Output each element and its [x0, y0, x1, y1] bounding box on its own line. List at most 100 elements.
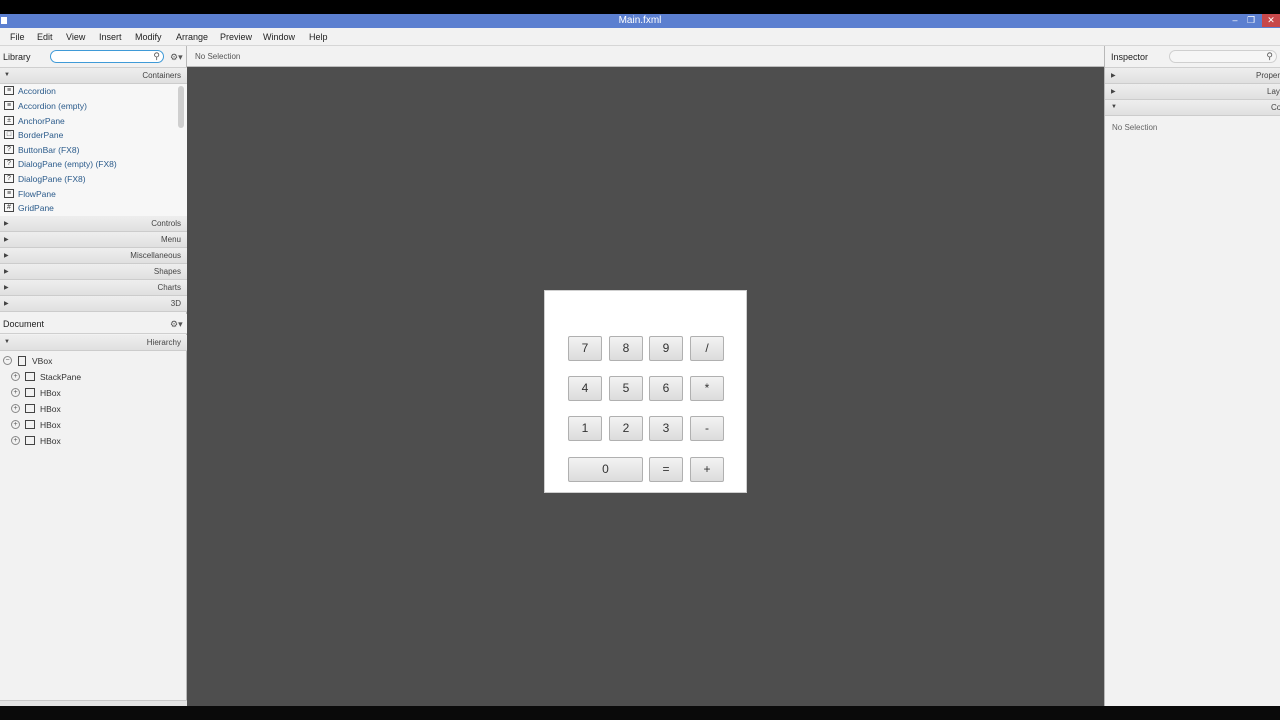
menu-window[interactable]: Window — [263, 28, 295, 46]
library-item-accordion[interactable]: ≡ Accordion — [0, 84, 176, 98]
search-icon: ⚲ — [1266, 51, 1273, 61]
button-divide[interactable]: / — [690, 336, 724, 361]
library-search-input[interactable]: ⚲ — [50, 50, 164, 63]
expand-icon[interactable]: + — [11, 420, 20, 429]
button-7[interactable]: 7 — [568, 336, 602, 361]
tree-item-hbox[interactable]: + HBox — [11, 434, 183, 448]
section-code[interactable]: ▼ Co — [1105, 100, 1280, 116]
library-item-anchorpane[interactable]: ± AnchorPane — [0, 114, 176, 128]
library-item-label: Accordion (empty) — [18, 101, 87, 111]
menu-help[interactable]: Help — [309, 28, 328, 46]
tree-item-hbox[interactable]: + HBox — [11, 386, 183, 400]
section-containers[interactable]: ▼ Containers — [0, 68, 187, 84]
tree-item-vbox[interactable]: − VBox — [3, 354, 183, 368]
vbox-icon — [18, 356, 26, 366]
expand-icon[interactable]: + — [11, 388, 20, 397]
library-item-label: ButtonBar (FX8) — [18, 145, 80, 155]
hbox-icon — [25, 436, 35, 445]
document-gear-icon[interactable]: ⚙▾ — [170, 319, 183, 330]
button-0[interactable]: 0 — [568, 457, 643, 482]
hbox-icon — [25, 420, 35, 429]
button-3[interactable]: 3 — [649, 416, 683, 441]
section-miscellaneous[interactable]: ▶ Miscellaneous — [0, 248, 187, 264]
inspector-header: Inspector ⚲ — [1105, 46, 1280, 68]
button-5[interactable]: 5 — [609, 376, 643, 401]
section-properties-label: Properti — [1256, 71, 1280, 80]
library-item-flowpane[interactable]: ≡ FlowPane — [0, 187, 176, 201]
question-icon: ? — [4, 174, 14, 183]
section-3d[interactable]: ▶ 3D — [0, 296, 187, 312]
section-layout[interactable]: ▶ Layo — [1105, 84, 1280, 100]
inspector-label: Inspector — [1111, 52, 1149, 62]
menu-preview[interactable]: Preview — [220, 28, 252, 46]
button-1[interactable]: 1 — [568, 416, 602, 441]
section-menu[interactable]: ▶ Menu — [0, 232, 187, 248]
hbox-icon — [25, 388, 35, 397]
section-layout-label: Layo — [1267, 87, 1280, 96]
library-item-dialogpane-empty[interactable]: ? DialogPane (empty) (FX8) — [0, 157, 176, 171]
section-shapes[interactable]: ▶ Shapes — [0, 264, 187, 280]
restore-icon[interactable]: ❐ — [1244, 14, 1258, 27]
button-minus[interactable]: - — [690, 416, 724, 441]
expand-icon[interactable]: + — [11, 404, 20, 413]
collapsed-arrow-icon: ▶ — [1111, 89, 1116, 95]
stackpane-icon — [25, 372, 35, 381]
button-equals[interactable]: = — [649, 457, 683, 482]
hbox-icon — [25, 404, 35, 413]
library-scrollbar[interactable] — [178, 86, 184, 128]
tree-item-stackpane[interactable]: + StackPane — [11, 370, 183, 384]
calculator-form[interactable]: 7 8 9 / 4 5 6 * 1 2 3 - 0 = + — [544, 290, 747, 493]
section-charts-label: Charts — [157, 283, 181, 292]
tree-item-label: HBox — [40, 420, 61, 430]
menu-file[interactable]: File — [10, 28, 25, 46]
button-plus[interactable]: + — [690, 457, 724, 482]
library-item-gridpane[interactable]: # GridPane — [0, 201, 176, 215]
library-item-accordion-empty[interactable]: ≡ Accordion (empty) — [0, 99, 176, 113]
section-controls-label: Controls — [151, 219, 181, 228]
menu-view[interactable]: View — [66, 28, 85, 46]
section-charts[interactable]: ▶ Charts — [0, 280, 187, 296]
tree-item-hbox[interactable]: + HBox — [11, 402, 183, 416]
section-hierarchy[interactable]: ▼ Hierarchy — [0, 335, 187, 351]
menu-insert[interactable]: Insert — [99, 28, 122, 46]
button-9[interactable]: 9 — [649, 336, 683, 361]
library-item-buttonbar[interactable]: ? ButtonBar (FX8) — [0, 143, 176, 157]
section-menu-label: Menu — [160, 235, 181, 244]
button-multiply[interactable]: * — [690, 376, 724, 401]
section-controls[interactable]: ▶ Controls — [0, 216, 187, 232]
expand-icon[interactable]: + — [11, 436, 20, 445]
tree-item-hbox[interactable]: + HBox — [11, 418, 183, 432]
library-item-label: BorderPane — [18, 130, 64, 140]
button-2[interactable]: 2 — [609, 416, 643, 441]
inspector-search-input[interactable]: ⚲ — [1169, 50, 1277, 63]
menu-bar: File Edit View Insert Modify Arrange Pre… — [0, 28, 1280, 46]
library-item-label: DialogPane (FX8) — [18, 174, 86, 184]
menu-modify[interactable]: Modify — [135, 28, 162, 46]
library-item-borderpane[interactable]: □ BorderPane — [0, 128, 176, 142]
screen-top-edge — [0, 0, 1280, 14]
button-4[interactable]: 4 — [568, 376, 602, 401]
library-item-label: DialogPane (empty) (FX8) — [18, 159, 117, 169]
expanded-arrow-icon: ▼ — [4, 339, 10, 345]
search-icon: ⚲ — [153, 51, 160, 61]
selection-bar: No Selection — [187, 46, 1104, 67]
selection-status: No Selection — [195, 52, 241, 61]
library-item-dialogpane[interactable]: ? DialogPane (FX8) — [0, 172, 176, 186]
tree-item-label: StackPane — [40, 372, 82, 382]
library-item-label: Accordion — [18, 86, 56, 96]
menu-arrange[interactable]: Arrange — [176, 28, 208, 46]
close-icon[interactable]: ✕ — [1262, 14, 1280, 27]
expand-icon[interactable]: + — [11, 372, 20, 381]
button-6[interactable]: 6 — [649, 376, 683, 401]
tree-item-label: HBox — [40, 436, 61, 446]
minimize-icon[interactable]: – — [1228, 14, 1242, 27]
menu-edit[interactable]: Edit — [37, 28, 53, 46]
expanded-arrow-icon: ▼ — [1111, 104, 1117, 110]
section-properties[interactable]: ▶ Properti — [1105, 68, 1280, 84]
button-8[interactable]: 8 — [609, 336, 643, 361]
library-item-label: FlowPane — [18, 189, 56, 199]
content-canvas[interactable]: No Selection 7 8 9 / 4 5 6 * 1 2 3 - 0 =… — [187, 46, 1104, 706]
library-gear-icon[interactable]: ⚙▾ — [170, 52, 183, 63]
section-miscellaneous-label: Miscellaneous — [130, 251, 181, 260]
collapse-icon[interactable]: − — [3, 356, 12, 365]
